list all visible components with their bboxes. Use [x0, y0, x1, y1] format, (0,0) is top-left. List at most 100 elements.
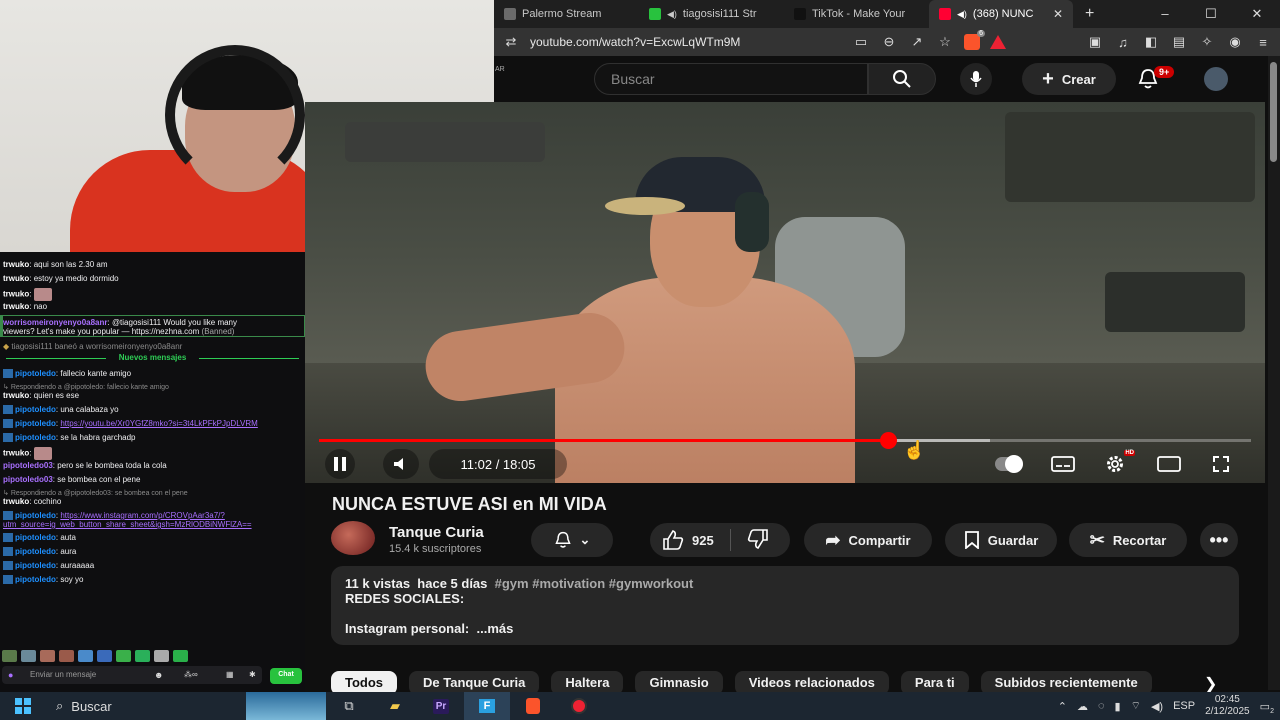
chat-username[interactable]: pipotoledo	[15, 405, 56, 414]
chat-username[interactable]: pipotoledo	[15, 419, 56, 428]
emote-icon[interactable]	[135, 650, 150, 662]
chat-send-button[interactable]: Chat	[270, 668, 302, 684]
gift-icon[interactable]: ▦	[226, 670, 234, 679]
close-tab-icon[interactable]: ✕	[1053, 7, 1063, 21]
notification-center-icon[interactable]: ▭ 2	[1260, 700, 1274, 715]
zoom-icon[interactable]: ⊖	[880, 34, 898, 50]
browser-tab[interactable]: Palermo Stream	[494, 0, 639, 28]
channel-name[interactable]: Tanque Curia	[389, 524, 484, 541]
save-button[interactable]: Guardar	[945, 523, 1057, 557]
network-icon[interactable]: ◌	[1098, 700, 1105, 712]
chat-username[interactable]: trwuko	[3, 260, 29, 269]
settings-button[interactable]: HD	[1101, 450, 1135, 474]
start-button[interactable]	[0, 698, 46, 714]
brave-browser-icon[interactable]	[510, 692, 556, 720]
minimize-button[interactable]: –	[1142, 6, 1188, 22]
menu-icon[interactable]: ≡	[1254, 35, 1272, 50]
language-indicator[interactable]: ESP	[1173, 700, 1195, 712]
chat-username[interactable]: pipotoledo	[15, 575, 56, 584]
emote-picker-icon[interactable]: ☻	[154, 670, 163, 680]
subscriber-badge-icon[interactable]	[3, 419, 13, 429]
premiere-pro-icon[interactable]: Pr	[418, 692, 464, 720]
audio-indicator-icon[interactable]: ◀)	[667, 9, 677, 20]
subscriber-badge-icon[interactable]	[3, 533, 13, 543]
chat-username[interactable]: pipotoledo	[15, 511, 56, 520]
video-player[interactable]: 11:02 / 18:05 HD ☝	[305, 102, 1265, 483]
browser-tab[interactable]: ◀) tiagosisi111 Str	[639, 0, 784, 28]
create-button[interactable]: + Crear	[1022, 63, 1116, 95]
close-window-button[interactable]: ✕	[1234, 6, 1280, 22]
hashtags[interactable]: #gym #motivation #gymworkout	[495, 576, 694, 591]
chat-username[interactable]: pipotoledo	[15, 561, 56, 570]
search-input[interactable]: Buscar	[594, 63, 868, 95]
chat-link[interactable]: utm_source=ig_web_button_share_sheet&igs…	[3, 520, 252, 529]
share-icon[interactable]: ↗	[908, 34, 926, 50]
more-actions-button[interactable]: •••	[1200, 523, 1238, 557]
cast-icon[interactable]: ▭	[852, 34, 870, 50]
scrubber-handle[interactable]	[879, 432, 897, 449]
chat-username[interactable]: pipotoledo03	[3, 475, 53, 484]
chat-link[interactable]: https://youtu.be/Xr0YGfZ8mko?si=3t4LkPFk…	[60, 419, 258, 428]
task-view-icon[interactable]: ⧉	[326, 692, 372, 720]
clock[interactable]: 02:45 2/12/2025	[1205, 694, 1250, 718]
chevron-right-icon[interactable]: ❯	[1204, 674, 1217, 694]
dislike-button[interactable]	[747, 528, 769, 552]
vpn-icon[interactable]: ◉	[1226, 34, 1244, 50]
theater-mode-button[interactable]	[1155, 454, 1183, 474]
subscriber-badge-icon[interactable]	[3, 405, 13, 415]
new-tab-button[interactable]: +	[1073, 5, 1106, 23]
taskbar-search[interactable]: ⌕ Buscar	[46, 698, 246, 714]
wallet-icon[interactable]: ▤	[1170, 34, 1188, 50]
chat-emote-icon[interactable]	[33, 288, 52, 301]
site-settings-icon[interactable]: ⇄	[502, 34, 520, 50]
extensions-icon[interactable]: ⁂∞	[184, 670, 198, 679]
chat-username[interactable]: pipotoledo03	[3, 461, 53, 470]
subscriber-badge-icon[interactable]	[3, 575, 13, 585]
chat-username[interactable]: trwuko	[3, 391, 29, 400]
emote-icon[interactable]	[59, 650, 74, 662]
chat-username[interactable]: trwuko	[3, 290, 29, 299]
brave-rewards-icon[interactable]	[990, 35, 1006, 49]
chat-username[interactable]: pipotoledo	[15, 533, 56, 542]
voice-search-button[interactable]	[960, 63, 992, 95]
account-avatar[interactable]	[1204, 67, 1228, 91]
chat-username[interactable]: trwuko	[3, 302, 29, 311]
chat-username[interactable]: pipotoledo	[15, 547, 56, 556]
chat-username[interactable]: pipotoledo	[15, 433, 56, 442]
show-more-button[interactable]: ...más	[477, 621, 514, 636]
obs-icon[interactable]	[556, 692, 602, 720]
scrollbar-thumb[interactable]	[1270, 62, 1277, 162]
emote-icon[interactable]	[78, 650, 93, 662]
file-explorer-icon[interactable]: ▰	[372, 692, 418, 720]
chat-username[interactable]: trwuko	[3, 274, 29, 283]
brave-shields-icon[interactable]: 6	[964, 30, 985, 50]
like-button[interactable]: 925	[662, 530, 714, 550]
weather-widget[interactable]	[246, 692, 326, 720]
sidebar-icon[interactable]: ◧	[1142, 34, 1160, 50]
cloud-icon[interactable]: ☁	[1077, 700, 1088, 713]
search-button[interactable]	[868, 63, 936, 95]
emote-icon[interactable]	[173, 650, 188, 662]
leo-ai-icon[interactable]: ✧	[1198, 34, 1216, 50]
share-button[interactable]: ➦ Compartir	[804, 523, 932, 557]
bookmark-icon[interactable]: ☆	[936, 34, 954, 50]
wifi-icon[interactable]: ⌔	[1131, 699, 1141, 713]
emote-icon[interactable]	[154, 650, 169, 662]
maximize-button[interactable]: ☐	[1188, 6, 1234, 22]
url-field[interactable]: youtube.com/watch?v=ExcwLqWTm9M	[530, 35, 842, 49]
subscriber-badge-icon[interactable]	[3, 369, 13, 379]
subscriber-badge-icon[interactable]	[3, 433, 13, 443]
clip-button[interactable]: ✂ Recortar	[1069, 523, 1187, 557]
subscription-bell-button[interactable]: ⌄	[531, 523, 613, 557]
chat-username[interactable]: worrisomeironyenyo0a8anr	[3, 318, 107, 327]
browser-tab[interactable]: TikTok - Make Your	[784, 0, 929, 28]
chat-settings-icon[interactable]: ✱	[249, 670, 256, 679]
chat-link[interactable]: https://www.instagram.com/p/CROVpAar3a7/…	[60, 511, 225, 520]
emote-icon[interactable]	[2, 650, 17, 662]
chevron-up-icon[interactable]: ⌃	[1058, 700, 1067, 713]
autoplay-toggle[interactable]	[995, 454, 1023, 474]
browser-tab[interactable]: ◀) (368) NUNC ✕	[929, 0, 1073, 28]
pause-button[interactable]	[325, 449, 355, 479]
volume-button[interactable]	[383, 449, 419, 479]
volume-icon[interactable]: ◀)	[1151, 700, 1163, 713]
